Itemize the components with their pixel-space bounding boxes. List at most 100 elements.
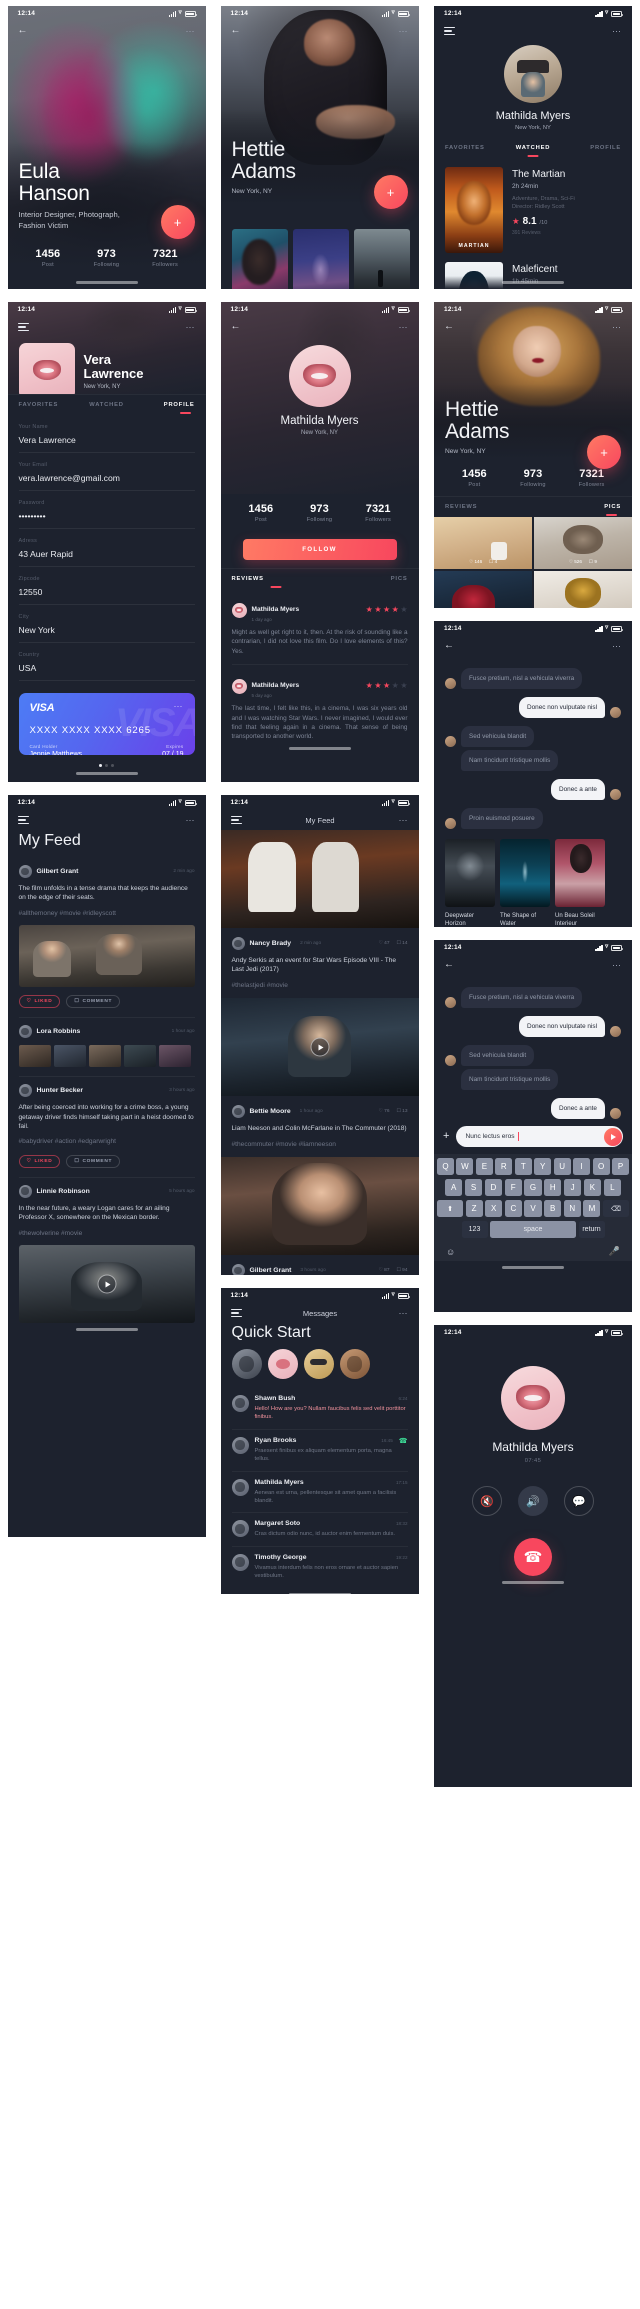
post-video[interactable] xyxy=(18,1245,195,1324)
tab-watched[interactable]: WATCHED xyxy=(77,397,136,413)
comment-button[interactable]: ☐ COMMENT xyxy=(66,995,121,1009)
tab-pics[interactable]: PICS xyxy=(533,499,621,516)
more-icon[interactable]: ⋯ xyxy=(612,323,622,332)
like-button[interactable]: ♡ LIKED xyxy=(18,995,61,1009)
quick-start-avatar[interactable] xyxy=(339,1349,370,1379)
key-x[interactable]: X xyxy=(485,1200,503,1217)
message-button[interactable]: 💬 xyxy=(564,1486,594,1516)
tab-reviews[interactable]: REVIEWS xyxy=(445,499,533,515)
menu-icon[interactable] xyxy=(230,1309,242,1317)
field-email[interactable]: Your Email vera.lawrence@gmail.com xyxy=(8,453,206,491)
key-b[interactable]: B xyxy=(544,1200,562,1217)
post-image[interactable] xyxy=(18,925,195,988)
post-tags[interactable]: #allthemoney #movie #ridleyscott xyxy=(19,903,195,918)
pic-item[interactable]: ♡ 526 ☐ 9 xyxy=(533,517,632,569)
key-o[interactable]: O xyxy=(592,1158,610,1175)
post-thumbnails[interactable] xyxy=(18,1038,195,1068)
movie-card[interactable]: The Shape of Water xyxy=(500,839,550,927)
avatar[interactable] xyxy=(231,602,247,618)
avatar[interactable] xyxy=(231,1264,245,1275)
carousel-dots[interactable] xyxy=(19,755,195,767)
list-item[interactable]: Mathilda Myers 17:15 Aenean est urna, pe… xyxy=(231,1472,408,1513)
movie-card[interactable]: DUNKIRK Dunkirk xyxy=(353,229,410,289)
pic-item[interactable] xyxy=(434,570,533,608)
key-f[interactable]: F xyxy=(504,1179,522,1196)
avatar[interactable] xyxy=(18,1084,32,1098)
movie-card[interactable]: MOONLIGHT Moonlight xyxy=(231,229,288,289)
home-indicator[interactable] xyxy=(8,276,206,289)
menu-icon[interactable] xyxy=(17,323,29,331)
key-i[interactable]: I xyxy=(573,1158,591,1175)
menu-icon[interactable] xyxy=(230,816,242,824)
key-s[interactable]: S xyxy=(464,1179,483,1196)
field-name[interactable]: Your Name Vera Lawrence xyxy=(8,415,206,453)
post-image[interactable] xyxy=(220,830,419,928)
home-indicator[interactable] xyxy=(434,1261,632,1274)
mic-icon[interactable]: 🎤 xyxy=(609,1246,620,1257)
back-icon[interactable]: ← xyxy=(231,26,241,36)
post-author[interactable]: Gilbert Grant xyxy=(37,868,79,875)
key-l[interactable]: L xyxy=(603,1179,621,1196)
home-indicator[interactable] xyxy=(221,742,419,755)
home-indicator[interactable] xyxy=(8,767,206,780)
tab-favorites[interactable]: FAVORITES xyxy=(19,397,78,413)
avatar[interactable] xyxy=(288,345,351,407)
key-t[interactable]: T xyxy=(514,1158,532,1175)
avatar[interactable] xyxy=(231,678,247,694)
movie-card[interactable]: Un Beau Soleil Interieur xyxy=(555,839,605,927)
key-c[interactable]: C xyxy=(504,1200,522,1217)
play-icon[interactable] xyxy=(310,1037,329,1057)
pic-item[interactable]: ♡ 146 ☐ 4 xyxy=(434,517,533,569)
phone-icon[interactable]: ☎ xyxy=(399,1437,408,1445)
list-item[interactable]: Shawn Bush 6:24 Hello! How are you? Null… xyxy=(231,1388,408,1429)
key-e[interactable]: E xyxy=(475,1158,493,1175)
back-icon[interactable]: ← xyxy=(18,26,28,36)
home-indicator[interactable] xyxy=(434,276,632,289)
key-v[interactable]: V xyxy=(524,1200,542,1217)
speaker-button[interactable]: 🔊 xyxy=(518,1486,548,1516)
tab-profile[interactable]: PROFILE xyxy=(136,397,195,414)
emoji-icon[interactable]: ☺ xyxy=(446,1247,455,1257)
avatar[interactable] xyxy=(18,1025,32,1039)
post-tags[interactable]: #thelastjedi #movie xyxy=(232,975,408,990)
home-indicator[interactable] xyxy=(8,1323,206,1336)
tab-profile[interactable]: PROFILE xyxy=(562,140,621,156)
key-p[interactable]: P xyxy=(612,1158,630,1175)
more-icon[interactable]: ⋯ xyxy=(186,816,196,825)
quick-start-avatar[interactable] xyxy=(267,1349,298,1379)
avatar[interactable] xyxy=(504,45,562,103)
field-address[interactable]: Adress 43 Auer Rapid xyxy=(8,529,206,567)
field-country[interactable]: Country USA xyxy=(8,643,206,681)
post-author[interactable]: Linnie Robinson xyxy=(37,1188,90,1195)
field-zipcode[interactable]: Zipcode 12550 xyxy=(8,567,206,605)
more-icon[interactable]: ⋯ xyxy=(399,816,409,825)
more-icon[interactable]: ⋯ xyxy=(186,27,196,36)
follow-button[interactable]: FOLLOW xyxy=(242,539,397,560)
menu-icon[interactable] xyxy=(17,816,29,824)
back-icon[interactable]: ← xyxy=(444,641,454,651)
watched-item[interactable]: MARTIAN The Martian 2h 24min Adventure, … xyxy=(434,158,632,253)
home-indicator[interactable] xyxy=(434,1576,632,1589)
key-g[interactable]: G xyxy=(524,1179,542,1196)
post-tags[interactable]: #babydriver #action #edgarwright xyxy=(19,1131,195,1146)
send-button[interactable] xyxy=(603,1127,622,1146)
add-button[interactable]: + xyxy=(160,205,195,239)
play-icon[interactable] xyxy=(97,1274,116,1294)
key-r[interactable]: R xyxy=(495,1158,513,1175)
key-m[interactable]: M xyxy=(583,1200,601,1217)
more-icon[interactable]: ⋯ xyxy=(399,27,409,36)
more-icon[interactable]: ⋯ xyxy=(612,961,622,970)
avatar[interactable] xyxy=(18,343,75,394)
list-item[interactable]: Ryan Brooks 16:45 Praesent finibus ex al… xyxy=(231,1430,408,1471)
post-author[interactable]: Bettie Moore xyxy=(250,1108,291,1115)
space-key[interactable]: space xyxy=(490,1221,576,1238)
mute-button[interactable]: 🔇 xyxy=(472,1486,502,1516)
tab-reviews[interactable]: REVIEWS xyxy=(232,571,320,587)
more-icon[interactable]: ⋯ xyxy=(186,323,196,332)
post-video[interactable] xyxy=(220,998,419,1097)
avatar[interactable] xyxy=(18,1184,32,1198)
home-indicator[interactable] xyxy=(221,1588,419,1594)
credit-card[interactable]: VISA VISA ⋯ XXXX XXXX XXXX 6265 Card Hol… xyxy=(18,693,195,755)
post-author[interactable]: Gilbert Grant xyxy=(250,1267,292,1274)
add-button[interactable]: + xyxy=(373,175,408,209)
